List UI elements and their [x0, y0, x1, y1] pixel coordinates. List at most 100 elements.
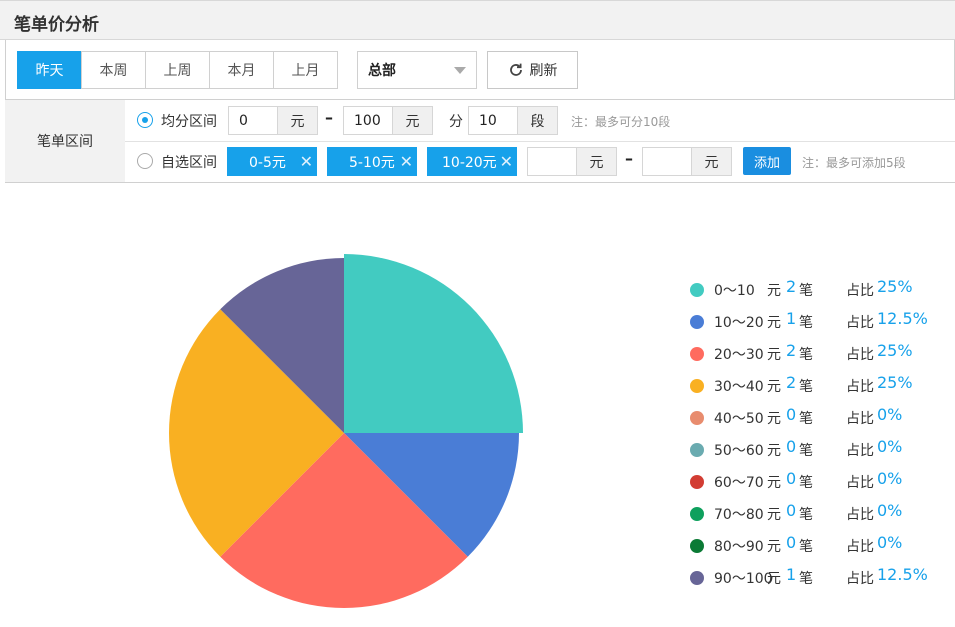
close-icon[interactable]: ✕	[500, 152, 513, 171]
legend-percent: 25%	[877, 277, 913, 296]
range-chip-label: 5-10元	[349, 154, 395, 171]
add-range-button[interactable]: 添加	[743, 147, 791, 175]
pie-slice-1[interactable]	[344, 254, 523, 433]
custom-range-label: 自选区间	[161, 155, 217, 171]
range-dash: –	[625, 149, 633, 168]
legend-range: 50～60	[714, 443, 764, 459]
legend-range: 80～90	[714, 539, 764, 555]
legend-range: 40～50	[714, 411, 764, 427]
fen-label: 分	[449, 114, 463, 130]
legend-share-label: 占比	[846, 475, 874, 491]
legend-range: 10～20	[714, 315, 764, 331]
legend-count: 0	[786, 469, 797, 488]
legend-share-label: 占比	[846, 347, 874, 363]
legend-percent: 12.5%	[877, 565, 928, 584]
legend-item[interactable]: 80～90 元 0 笔 占比 0%	[690, 533, 950, 565]
equal-from-input[interactable]: 0	[228, 106, 278, 135]
custom-from-unit: 元	[577, 147, 617, 176]
legend-item[interactable]: 10～20 元 1 笔 占比 12.5%	[690, 309, 950, 341]
equal-to-input[interactable]: 100	[343, 106, 393, 135]
equal-from-unit: 元	[278, 106, 318, 135]
legend-item[interactable]: 20～30 元 2 笔 占比 25%	[690, 341, 950, 373]
close-icon[interactable]: ✕	[300, 152, 313, 171]
refresh-button[interactable]: 刷新	[487, 51, 578, 89]
equal-range-radio[interactable]	[137, 112, 153, 128]
legend-share-label: 占比	[846, 507, 874, 523]
custom-to-unit: 元	[692, 147, 732, 176]
tab-last-month[interactable]: 上月	[273, 51, 338, 89]
legend-count-unit: 笔	[799, 379, 813, 395]
legend-item[interactable]: 70～80 元 0 笔 占比 0%	[690, 501, 950, 533]
legend-share-label: 占比	[846, 539, 874, 555]
legend-range: 30～40	[714, 379, 764, 395]
legend-count-unit: 笔	[799, 443, 813, 459]
legend-count: 1	[786, 309, 797, 328]
legend-share-label: 占比	[846, 315, 874, 331]
tab-this-week[interactable]: 本周	[81, 51, 146, 89]
legend-unit: 元	[767, 347, 781, 363]
legend-unit: 元	[767, 475, 781, 491]
custom-from-input[interactable]	[527, 147, 577, 176]
legend-range: 70～80	[714, 507, 764, 523]
equal-range-row: 均分区间 0 元 – 100 元 分 10 段 注：最多可分10段	[125, 100, 955, 142]
range-chip[interactable]: 5-10元 ✕	[327, 147, 417, 176]
equal-note: 注：最多可分10段	[571, 115, 671, 129]
legend-item[interactable]: 60～70 元 0 笔 占比 0%	[690, 469, 950, 501]
tab-this-month[interactable]: 本月	[209, 51, 274, 89]
pie-chart	[169, 254, 523, 608]
tab-last-week[interactable]: 上周	[145, 51, 210, 89]
legend-count-unit: 笔	[799, 475, 813, 491]
legend-swatch	[690, 379, 704, 393]
legend-swatch	[690, 507, 704, 521]
equal-to-unit: 元	[393, 106, 433, 135]
legend-count: 2	[786, 373, 797, 392]
legend-count-unit: 笔	[799, 507, 813, 523]
legend-percent: 25%	[877, 341, 913, 360]
legend-unit: 元	[767, 443, 781, 459]
refresh-icon	[509, 63, 522, 76]
close-icon[interactable]: ✕	[400, 152, 413, 171]
custom-to-input[interactable]	[642, 147, 692, 176]
legend-swatch	[690, 347, 704, 361]
legend-percent: 0%	[877, 501, 903, 520]
chevron-down-icon	[454, 67, 466, 74]
legend-share-label: 占比	[846, 411, 874, 427]
tab-yesterday[interactable]: 昨天	[17, 51, 82, 89]
title-bar: 笔单价分析	[0, 0, 955, 40]
legend-share-label: 占比	[846, 571, 874, 587]
legend-percent: 0%	[877, 405, 903, 424]
store-select[interactable]: 总部	[357, 51, 477, 89]
legend-unit: 元	[767, 379, 781, 395]
filter-toolbar: 昨天 本周 上周 本月 上月 总部 刷新	[5, 40, 955, 100]
legend-range: 60～70	[714, 475, 764, 491]
legend-swatch	[690, 571, 704, 585]
legend-count: 2	[786, 277, 797, 296]
range-chip[interactable]: 10-20元 ✕	[427, 147, 517, 176]
legend-range: 20～30	[714, 347, 764, 363]
legend-swatch	[690, 539, 704, 553]
legend-item[interactable]: 90～100 元 1 笔 占比 12.5%	[690, 565, 950, 597]
legend-percent: 0%	[877, 533, 903, 552]
custom-range-radio[interactable]	[137, 153, 153, 169]
range-chip-label: 0-5元	[249, 154, 286, 171]
legend-unit: 元	[767, 539, 781, 555]
segments-unit: 段	[518, 106, 558, 135]
legend-count: 2	[786, 341, 797, 360]
legend-unit: 元	[767, 571, 781, 587]
segments-input[interactable]: 10	[468, 106, 518, 135]
legend-percent: 25%	[877, 373, 913, 392]
legend-item[interactable]: 0～10 元 2 笔 占比 25%	[690, 277, 950, 309]
legend-share-label: 占比	[846, 283, 874, 299]
legend-count: 1	[786, 565, 797, 584]
legend-item[interactable]: 30～40 元 2 笔 占比 25%	[690, 373, 950, 405]
legend-count: 0	[786, 501, 797, 520]
range-chip[interactable]: 0-5元 ✕	[227, 147, 317, 176]
legend-swatch	[690, 475, 704, 489]
legend-item[interactable]: 50～60 元 0 笔 占比 0%	[690, 437, 950, 469]
legend-percent: 12.5%	[877, 309, 928, 328]
refresh-label: 刷新	[529, 63, 558, 79]
range-chip-label: 10-20元	[442, 154, 497, 171]
legend-item[interactable]: 40～50 元 0 笔 占比 0%	[690, 405, 950, 437]
range-settings: 笔单区间 均分区间 0 元 – 100 元 分 10 段 注：最多可分10段 自…	[5, 100, 955, 183]
page-title: 笔单价分析	[14, 15, 99, 35]
